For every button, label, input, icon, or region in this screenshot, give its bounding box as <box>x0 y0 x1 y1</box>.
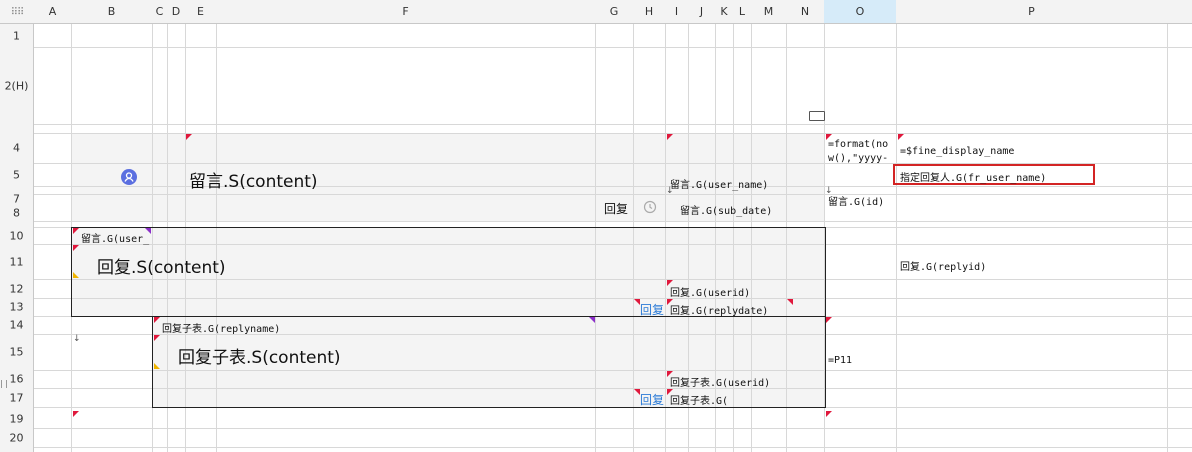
fine-display-name-cell[interactable]: =$fine_display_name <box>900 146 1014 157</box>
row-header-8[interactable]: 8 <box>0 204 34 221</box>
replyid-cell[interactable]: 回复.G(replyid) <box>900 258 986 273</box>
corner-header[interactable]: ⠿⠿ <box>0 0 34 24</box>
column-header-j[interactable]: J <box>688 0 715 24</box>
flag-marker <box>154 335 160 341</box>
reply-userid-cell[interactable]: 回复.G(userid) <box>670 284 750 299</box>
row-header-17[interactable]: 17 <box>0 388 34 407</box>
column-header-l[interactable]: L <box>733 0 751 24</box>
flag-marker <box>73 272 79 278</box>
column-header-h[interactable]: H <box>633 0 665 24</box>
row-header-13[interactable]: 13 <box>0 298 34 316</box>
row-header-20[interactable]: 20 <box>0 428 34 447</box>
format-now-cell-cont: w(),"yyyy- <box>828 153 889 164</box>
history-icon[interactable] <box>643 199 657 218</box>
p11-cell[interactable]: =P11 <box>828 355 852 366</box>
column-header-m[interactable]: M <box>751 0 786 24</box>
column-header-p[interactable]: P <box>896 0 1167 24</box>
sub-date-cell[interactable]: 留言.G(sub_date) <box>680 202 772 217</box>
row-header-12[interactable]: 12 <box>0 279 34 298</box>
expand-arrow: ↓ <box>73 334 81 344</box>
row-header-14[interactable]: 14 <box>0 316 34 334</box>
row-header-4[interactable]: 4 <box>0 133 34 163</box>
flag-marker <box>826 317 832 323</box>
sub-userid-cell[interactable]: 回复子表.G(userid) <box>670 374 770 389</box>
reply-label-cell[interactable]: 回复 <box>604 200 628 217</box>
assign-reply-cell[interactable]: 指定回复人.G(fr_user_name) <box>900 169 1046 184</box>
format-now-cell[interactable]: =format(no <box>828 139 888 150</box>
column-header-d[interactable]: D <box>167 0 185 24</box>
flag-marker <box>73 228 79 234</box>
liuyan-user-cell[interactable]: 留言.G(user_ <box>81 230 149 245</box>
row-header-2[interactable]: 2(H) <box>0 47 34 124</box>
resize-handle[interactable] <box>1 380 7 388</box>
row-header-5[interactable]: 5 <box>0 163 34 186</box>
comment-icon[interactable] <box>809 111 825 121</box>
liuyan-id-cell[interactable]: 留言.G(id) <box>828 193 884 208</box>
column-header-a[interactable]: A <box>34 0 71 24</box>
column-header-o[interactable]: O <box>824 0 896 24</box>
liuyan-content-cell[interactable]: 留言.S(content) <box>189 167 318 192</box>
flag-marker <box>154 363 160 369</box>
row-header-11[interactable]: 11 <box>0 244 34 279</box>
column-header-k[interactable]: K <box>715 0 733 24</box>
flag-marker <box>73 245 79 251</box>
row-header-15[interactable]: 15 <box>0 334 34 370</box>
flag-marker <box>667 134 673 140</box>
row-header-19[interactable]: 19 <box>0 410 34 428</box>
column-header-e[interactable]: E <box>185 0 216 24</box>
reply-link[interactable]: 回复 <box>640 301 664 318</box>
sub-replyname-cell[interactable]: 回复子表.G(replyname) <box>162 320 280 335</box>
flag-marker <box>898 134 904 140</box>
column-header-c[interactable]: C <box>152 0 167 24</box>
user-avatar-icon <box>121 169 137 185</box>
reply-replydate-cell[interactable]: 回复.G(replydate) <box>670 302 768 317</box>
column-header-blank[interactable] <box>1167 0 1192 24</box>
column-header-f[interactable]: F <box>216 0 595 24</box>
flag-marker <box>787 299 793 305</box>
flag-marker <box>826 411 832 417</box>
row-header-3[interactable] <box>0 124 34 133</box>
row-header-1[interactable]: 1 <box>0 24 34 47</box>
sub-trunc-cell[interactable]: 回复子表.G( <box>670 392 728 407</box>
flag-marker <box>154 317 160 323</box>
column-header-b[interactable]: B <box>71 0 152 24</box>
flag-marker <box>73 411 79 417</box>
flag-marker <box>186 134 192 140</box>
column-header-g[interactable]: G <box>595 0 633 24</box>
grid-dots-icon: ⠿⠿ <box>10 7 25 18</box>
user-name-cell[interactable]: 留言.G(user_name) <box>670 176 768 191</box>
column-header-n[interactable]: N <box>786 0 824 24</box>
column-header-i[interactable]: I <box>665 0 688 24</box>
reply-content-cell[interactable]: 回复.S(content) <box>97 253 226 278</box>
sub-reply-link[interactable]: 回复 <box>640 391 664 408</box>
row-header-10[interactable]: 10 <box>0 227 34 244</box>
flag-marker <box>589 317 595 323</box>
row-header-21[interactable] <box>0 447 34 452</box>
expand-arrow: ↓ <box>666 186 674 196</box>
row-header-7[interactable]: 7 <box>0 193 34 206</box>
spreadsheet-grid <box>0 0 1192 452</box>
sub-content-cell[interactable]: 回复子表.S(content) <box>178 343 341 368</box>
